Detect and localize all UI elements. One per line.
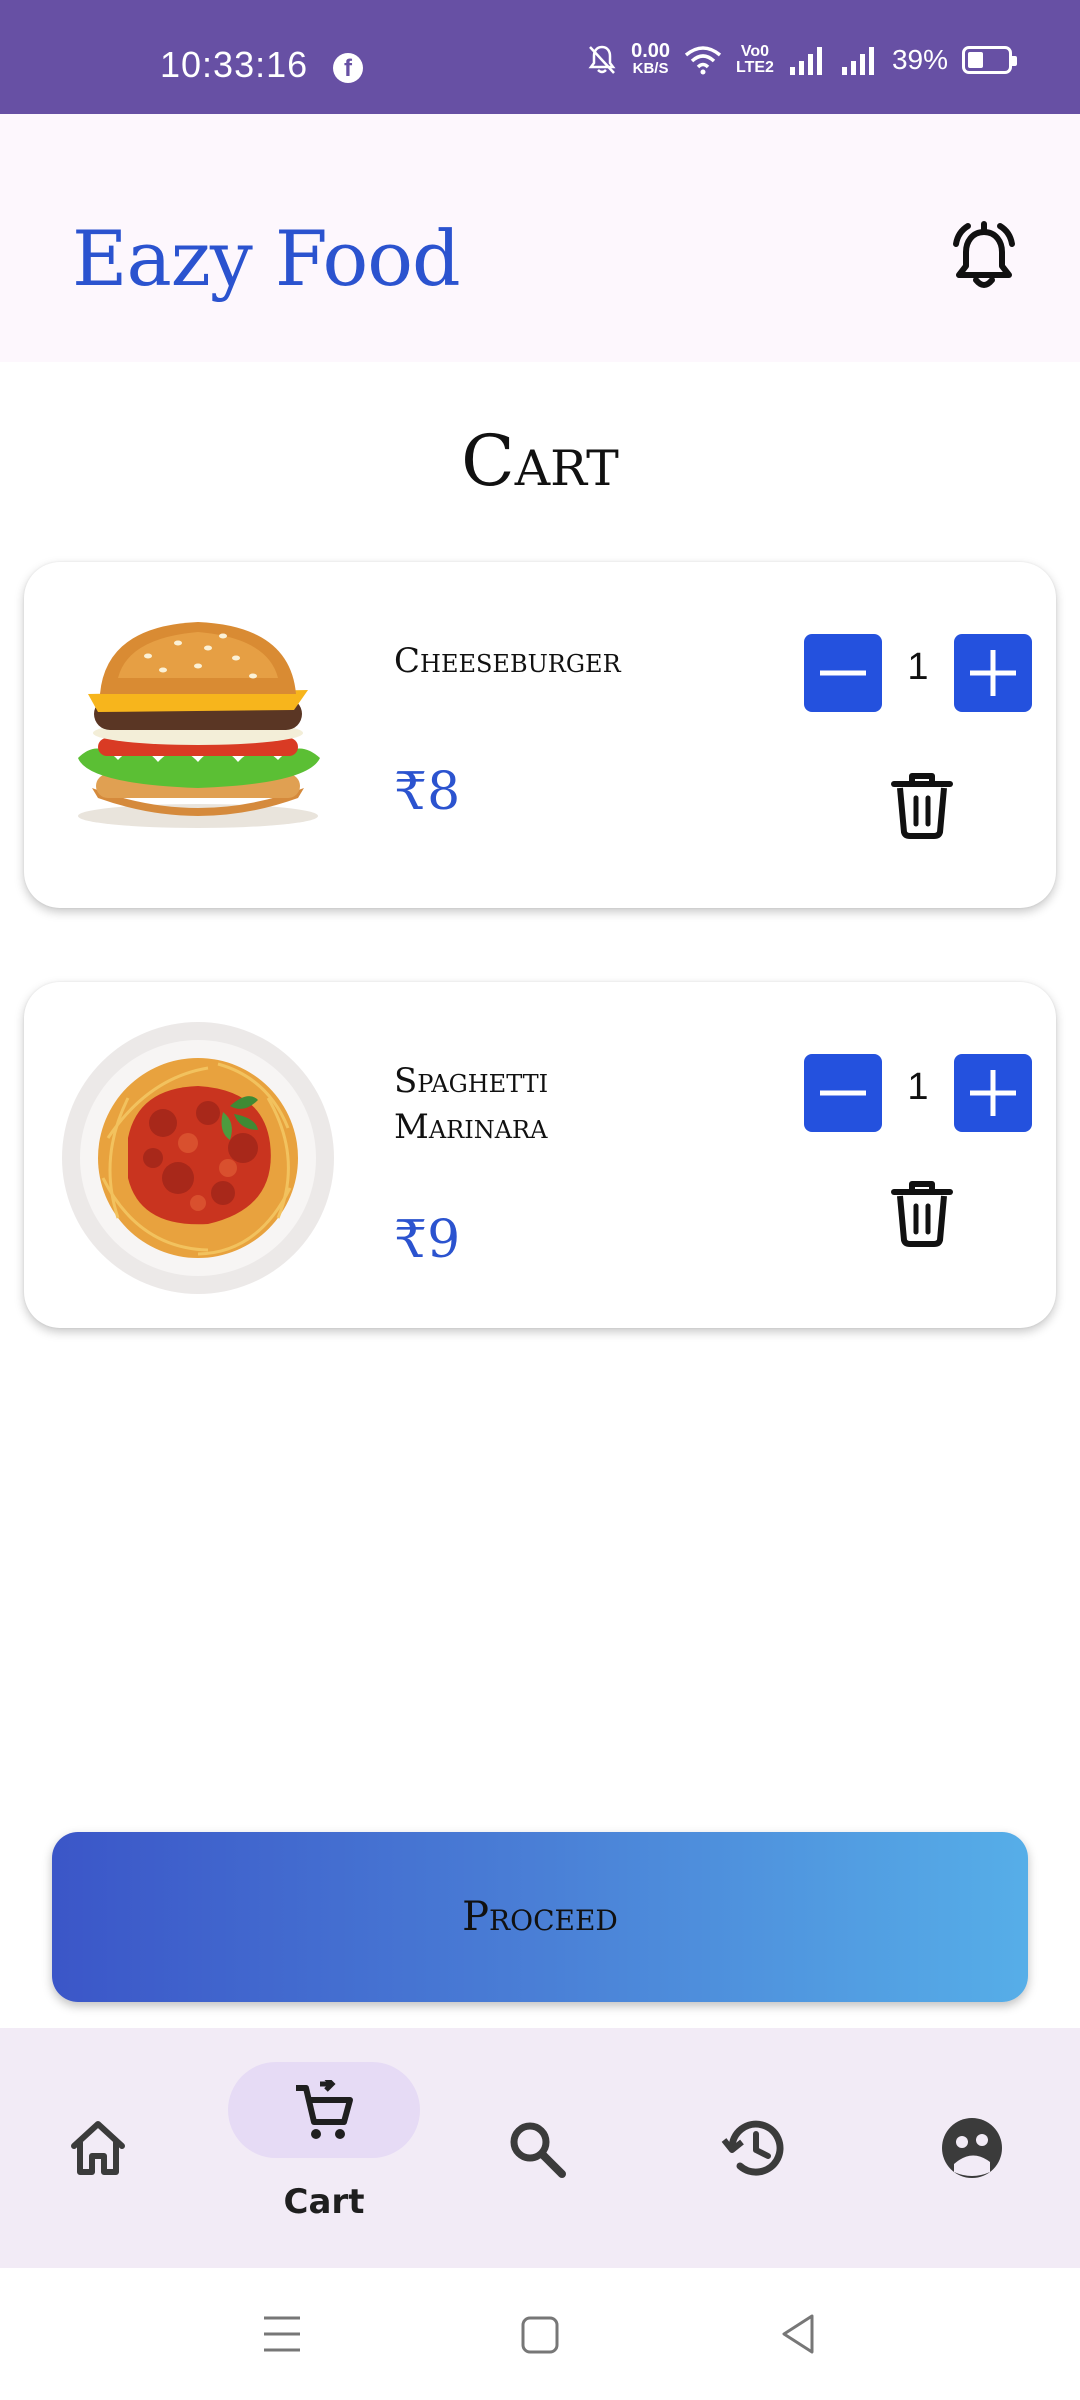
item-price: ₹8	[394, 762, 461, 822]
home-system-icon[interactable]	[520, 2310, 560, 2358]
status-bar: 10:33:16 f 0.00 KB/S Vo0 LTE2 39%	[0, 0, 1080, 114]
nav-cart-label: Cart	[283, 2182, 365, 2222]
cart-item: Cheeseburger ₹8 1	[24, 562, 1056, 908]
nav-home[interactable]	[40, 2028, 180, 2268]
bell-icon	[953, 221, 1015, 288]
cheeseburger-image	[78, 622, 320, 828]
minus-icon	[820, 670, 866, 676]
decrease-quantity-button[interactable]	[804, 1054, 882, 1132]
battery-level	[968, 52, 983, 68]
trash-icon	[891, 1181, 953, 1247]
status-icons: 0.00 KB/S Vo0 LTE2 39%	[587, 40, 1017, 80]
item-name: Cheeseburger	[394, 641, 621, 681]
app-title: Eazy Food	[72, 214, 461, 303]
home-icon	[71, 2121, 125, 2175]
signal-icon-2	[841, 47, 874, 75]
cart-item: Spaghetti Marinara ₹9 1	[24, 982, 1056, 1328]
item-name: Spaghetti Marinara	[394, 1061, 549, 1147]
increase-quantity-button[interactable]	[954, 634, 1032, 712]
nav-profile[interactable]	[902, 2028, 1042, 2268]
net-speed-unit: KB/S	[632, 60, 669, 77]
decrease-quantity-button[interactable]	[804, 634, 882, 712]
history-icon	[721, 2120, 784, 2176]
quantity-value: 1	[907, 1066, 929, 1108]
battery-percent: 39%	[891, 44, 948, 75]
status-time: 10:33:16	[160, 44, 309, 85]
volte-line2: LTE2	[736, 59, 774, 76]
search-icon	[510, 2122, 566, 2178]
wifi-icon	[684, 46, 722, 75]
signal-icon	[789, 47, 822, 75]
item-price: ₹9	[394, 1210, 461, 1270]
plus-icon	[970, 650, 1016, 696]
nav-search[interactable]	[470, 2028, 610, 2268]
increase-quantity-button[interactable]	[954, 1054, 1032, 1132]
delete-item-button[interactable]	[882, 764, 962, 844]
app-header: Eazy Food	[0, 114, 1080, 362]
profile-icon	[942, 2118, 1002, 2178]
spaghetti-image	[62, 1022, 334, 1294]
notifications-button[interactable]	[946, 218, 1022, 294]
volte-indicator: Vo0 LTE2	[736, 44, 774, 76]
net-speed: 0.00 KB/S	[631, 40, 671, 78]
facebook-notification-icon: f	[333, 53, 363, 83]
nav-cart[interactable]: Cart	[216, 2028, 432, 2268]
plus-icon	[970, 1070, 1016, 1116]
minus-icon	[820, 1090, 866, 1096]
proceed-button[interactable]: Proceed	[52, 1832, 1028, 2002]
recent-apps-icon[interactable]	[262, 2310, 302, 2358]
battery-icon	[962, 46, 1017, 74]
net-speed-value: 0.00	[631, 40, 671, 62]
page-title: Cart	[461, 420, 619, 502]
mute-bell-icon	[588, 45, 616, 74]
cart-icon	[296, 2080, 353, 2139]
trash-icon	[891, 773, 953, 839]
quantity-value: 1	[907, 646, 929, 688]
volte-line1: Vo0	[740, 43, 770, 60]
system-nav	[0, 2268, 1080, 2400]
nav-history[interactable]	[686, 2028, 826, 2268]
back-icon[interactable]	[778, 2310, 818, 2358]
delete-item-button[interactable]	[882, 1172, 962, 1252]
bottom-nav: Cart	[0, 2028, 1080, 2268]
